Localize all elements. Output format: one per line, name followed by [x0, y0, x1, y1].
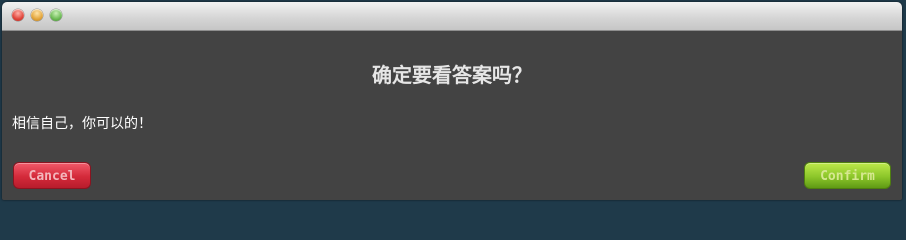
- dialog-title: 确定要看答案吗？: [372, 63, 532, 87]
- dialog-message: 相信自己，你可以的！: [12, 116, 152, 132]
- dialog-content: 确定要看答案吗？ 相信自己，你可以的！ Cancel Confirm: [2, 31, 902, 200]
- dialog-window: 确定要看答案吗？ 相信自己，你可以的！ Cancel Confirm: [2, 2, 902, 200]
- confirm-button[interactable]: Confirm: [804, 162, 891, 189]
- cancel-button[interactable]: Cancel: [13, 162, 91, 189]
- close-window-button[interactable]: [12, 9, 24, 21]
- title-bar[interactable]: [2, 2, 902, 31]
- zoom-window-button[interactable]: [50, 9, 62, 21]
- minimize-window-button[interactable]: [31, 9, 43, 21]
